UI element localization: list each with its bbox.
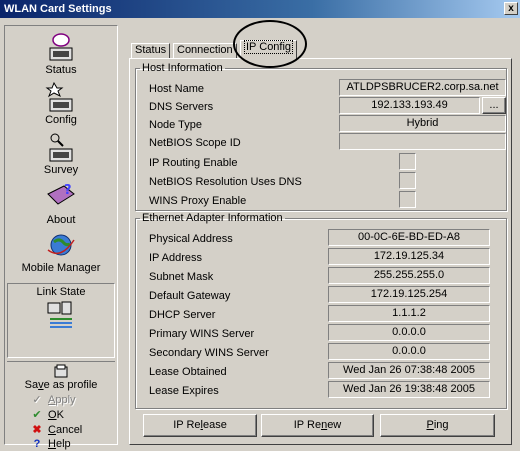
annotation-circle [233,20,307,68]
title-bar: WLAN Card Settings x [0,0,520,18]
node-type-value: Hybrid [339,115,506,132]
close-button[interactable]: x [504,2,518,15]
about-icon: ? [47,183,75,205]
ip-address-value: 172.19.125.34 [328,248,490,265]
ip-address-label: IP Address [149,252,202,264]
lease-obtained-value: Wed Jan 26 07:38:48 2005 [328,362,490,379]
subnet-mask-label: Subnet Mask [149,271,214,283]
host-information-legend: Host Information [142,62,223,74]
sidebar-item-label: About [46,214,76,226]
mobile-manager-icon [47,234,75,256]
cancel-button[interactable]: ✖ Cancel [29,424,82,437]
ip-config-panel: Host Information Host Name ATLDPSBRUCER2… [129,58,512,445]
actions-panel: Save as profile ✓ Apply ✔ OK ✖ Cancel ? Help [7,361,115,450]
lease-expires-label: Lease Expires [149,385,219,397]
status-icon [49,33,73,61]
wins-proxy-enable-indicator [399,191,416,208]
svg-text:?: ? [64,183,72,198]
host-name-label: Host Name [149,83,205,95]
help-button[interactable]: ? Help [29,438,71,451]
sidebar: Status Config Survey ? About Mobile Mana… [4,25,118,450]
sidebar-item-label: Status [45,64,77,76]
sidebar-item-config[interactable]: Config [5,80,117,126]
dns-servers-value: 192.133.193.49 [339,97,480,114]
physical-address-label: Physical Address [149,233,233,245]
tab-status[interactable]: Status [131,43,171,58]
subnet-mask-value: 255.255.255.0 [328,267,490,284]
link-state-panel[interactable]: Link State [7,283,115,358]
save-as-profile-button[interactable]: Save as profile [7,379,115,392]
apply-icon: ✓ [32,394,42,406]
ip-release-button[interactable]: IP Release [143,414,257,437]
netbios-resolution-uses-dns-label: NetBIOS Resolution Uses DNS [149,176,302,188]
config-icon [45,81,73,112]
ip-routing-enable-label: IP Routing Enable [149,157,238,169]
window-title: WLAN Card Settings [4,3,112,15]
primary-wins-server-label: Primary WINS Server [149,328,255,340]
lease-expires-value: Wed Jan 26 19:38:48 2005 [328,381,490,398]
host-information-group: Host Information Host Name ATLDPSBRUCER2… [135,63,507,211]
node-type-label: Node Type [149,119,203,131]
netbios-scope-id-label: NetBIOS Scope ID [149,137,241,149]
dns-servers-more-button[interactable]: ... [482,97,506,114]
lease-obtained-label: Lease Obtained [149,366,227,378]
ip-renew-button[interactable]: IP Renew [261,414,374,437]
link-state-icon [47,301,72,328]
sidebar-item-label: Survey [43,164,79,176]
secondary-wins-server-label: Secondary WINS Server [149,347,269,359]
default-gateway-value: 172.19.125.254 [328,286,490,303]
ip-routing-enable-indicator [399,153,416,170]
default-gateway-label: Default Gateway [149,290,231,302]
sidebar-item-label: Config [45,114,77,126]
netbios-scope-id-value [339,133,506,150]
ethernet-adapter-group: Ethernet Adapter Information Physical Ad… [135,213,507,409]
sidebar-item-about[interactable]: ? About [5,180,117,226]
survey-icon [49,133,73,162]
host-name-value: ATLDPSBRUCER2.corp.sa.net [339,79,506,96]
dns-servers-label: DNS Servers [149,101,214,113]
link-state-label: Link State [36,286,86,298]
secondary-wins-server-value: 0.0.0.0 [328,343,490,360]
dhcp-server-value: 1.1.1.2 [328,305,490,322]
ok-button[interactable]: ✔ OK [29,409,64,422]
sidebar-item-mobile-manager[interactable]: Mobile Manager [5,230,117,274]
physical-address-value: 00-0C-6E-BD-ED-A8 [328,229,490,246]
ping-button[interactable]: Ping [380,414,495,437]
wins-proxy-enable-label: WINS Proxy Enable [149,195,247,207]
cancel-icon: ✖ [32,424,42,436]
sidebar-item-survey[interactable]: Survey [5,130,117,176]
apply-button[interactable]: ✓ Apply [29,394,75,407]
ethernet-adapter-legend: Ethernet Adapter Information [142,212,283,224]
save-profile-icon [54,364,68,378]
tab-connection[interactable]: Connection [173,43,237,58]
sidebar-item-status[interactable]: Status [5,30,117,76]
dhcp-server-label: DHCP Server [149,309,216,321]
primary-wins-server-value: 0.0.0.0 [328,324,490,341]
help-icon: ? [33,438,41,450]
ok-icon: ✔ [32,409,42,421]
sidebar-item-label: Mobile Manager [21,262,101,274]
netbios-resolution-uses-dns-indicator [399,172,416,189]
